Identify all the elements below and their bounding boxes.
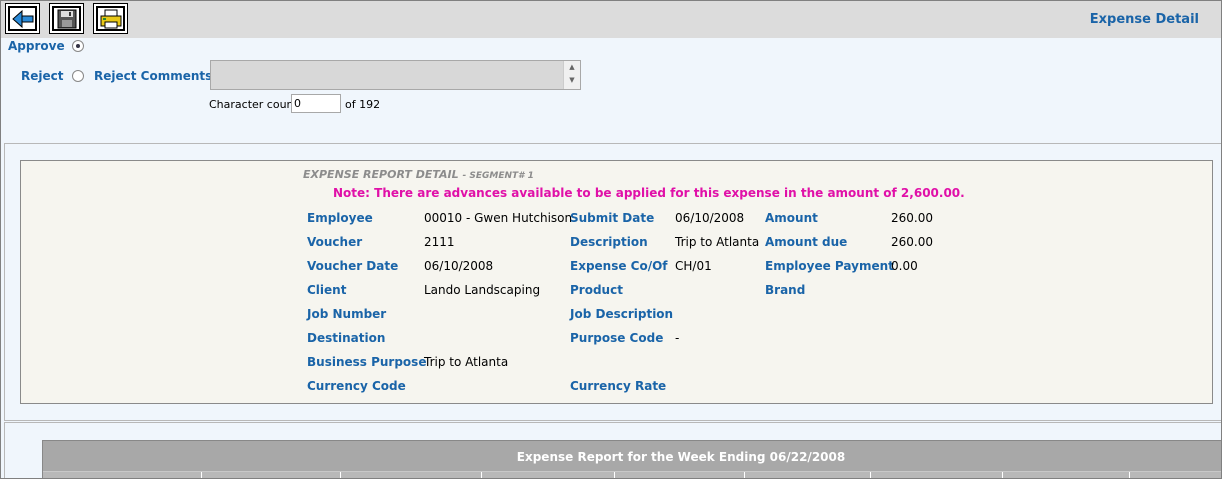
field-value: 260.00 — [891, 235, 933, 249]
expense-detail-window: Expense Detail Approve Reject Reject Com… — [0, 0, 1222, 479]
column-separator — [1129, 472, 1130, 478]
field-value: Trip to Atlanta — [675, 235, 760, 249]
reject-comments-label: Reject Comments — [94, 69, 213, 83]
reject-radio[interactable] — [72, 70, 84, 82]
segment-label: - SEGMENT# 1 — [462, 171, 534, 181]
save-button[interactable] — [49, 3, 84, 34]
field-value: Trip to Atlanta — [424, 355, 509, 369]
toolbar: Expense Detail — [1, 1, 1221, 38]
reject-comments-input[interactable] — [210, 60, 581, 90]
field-label: Brand — [765, 283, 806, 297]
field-label: Submit Date — [570, 211, 655, 225]
field-label: Amount — [765, 211, 818, 225]
field-label: Expense Co/Of — [570, 259, 668, 273]
weekly-table-title: Expense Report for the Week Ending 06/22… — [516, 450, 846, 464]
approve-radio[interactable] — [72, 40, 84, 52]
column-separator — [201, 472, 202, 478]
column-separator — [340, 472, 341, 478]
back-arrow-icon — [11, 9, 33, 28]
char-count-max: of 192 — [345, 98, 381, 111]
char-count-field[interactable] — [291, 94, 341, 113]
field-value: 260.00 — [891, 211, 933, 225]
print-button[interactable] — [93, 3, 128, 34]
field-value: - — [675, 331, 680, 345]
comments-scrollbar[interactable]: ▲ ▼ — [563, 61, 580, 89]
field-label: Purpose Code — [570, 331, 664, 345]
reject-label: Reject — [21, 69, 64, 83]
field-label: Destination — [307, 331, 386, 345]
weekly-section: Expense Report for the Week Ending 06/22… — [4, 422, 1221, 478]
printer-icon — [100, 9, 121, 28]
detail-title: EXPENSE REPORT DETAIL - SEGMENT# 1 — [303, 168, 534, 181]
field-value: 2111 — [424, 235, 455, 249]
page-title: Expense Detail — [1089, 12, 1199, 27]
column-separator — [1002, 472, 1003, 478]
floppy-disk-icon — [57, 9, 76, 28]
advance-note: Note: There are advances available to be… — [333, 186, 965, 200]
field-label: Job Number — [307, 307, 387, 321]
field-label: Employee — [307, 211, 373, 225]
field-label: Amount due — [765, 235, 848, 249]
field-label: Employee Payment — [765, 259, 894, 273]
detail-section: EXPENSE REPORT DETAIL - SEGMENT# 1 Note:… — [4, 143, 1221, 421]
field-label: Job Description — [570, 307, 674, 321]
char-count-label: Character count — [209, 98, 298, 111]
field-label: Voucher Date — [307, 259, 399, 273]
approve-label: Approve — [8, 39, 65, 53]
field-value: 00010 - Gwen Hutchison — [424, 211, 573, 225]
field-value: CH/01 — [675, 259, 712, 273]
field-value: 0.00 — [891, 259, 918, 273]
field-label: Product — [570, 283, 623, 297]
field-label: Client — [307, 283, 347, 297]
column-separator — [870, 472, 871, 478]
field-label: Description — [570, 235, 648, 249]
back-button[interactable] — [5, 3, 40, 34]
field-value: Lando Landscaping — [424, 283, 541, 297]
field-label: Business Purpose — [307, 355, 427, 369]
field-label: Currency Rate — [570, 379, 667, 393]
column-separator — [614, 472, 615, 478]
column-header-row — [43, 471, 1221, 478]
field-value: 06/10/2008 — [675, 211, 745, 225]
detail-title-text: EXPENSE REPORT DETAIL — [303, 168, 459, 181]
expense-report-detail-panel: EXPENSE REPORT DETAIL - SEGMENT# 1 Note:… — [20, 160, 1213, 404]
column-separator — [481, 472, 482, 478]
field-value: 06/10/2008 — [424, 259, 494, 273]
field-label: Voucher — [307, 235, 363, 249]
field-label: Currency Code — [307, 379, 406, 393]
column-separator — [744, 472, 745, 478]
weekly-table-header: Expense Report for the Week Ending 06/22… — [42, 440, 1221, 478]
